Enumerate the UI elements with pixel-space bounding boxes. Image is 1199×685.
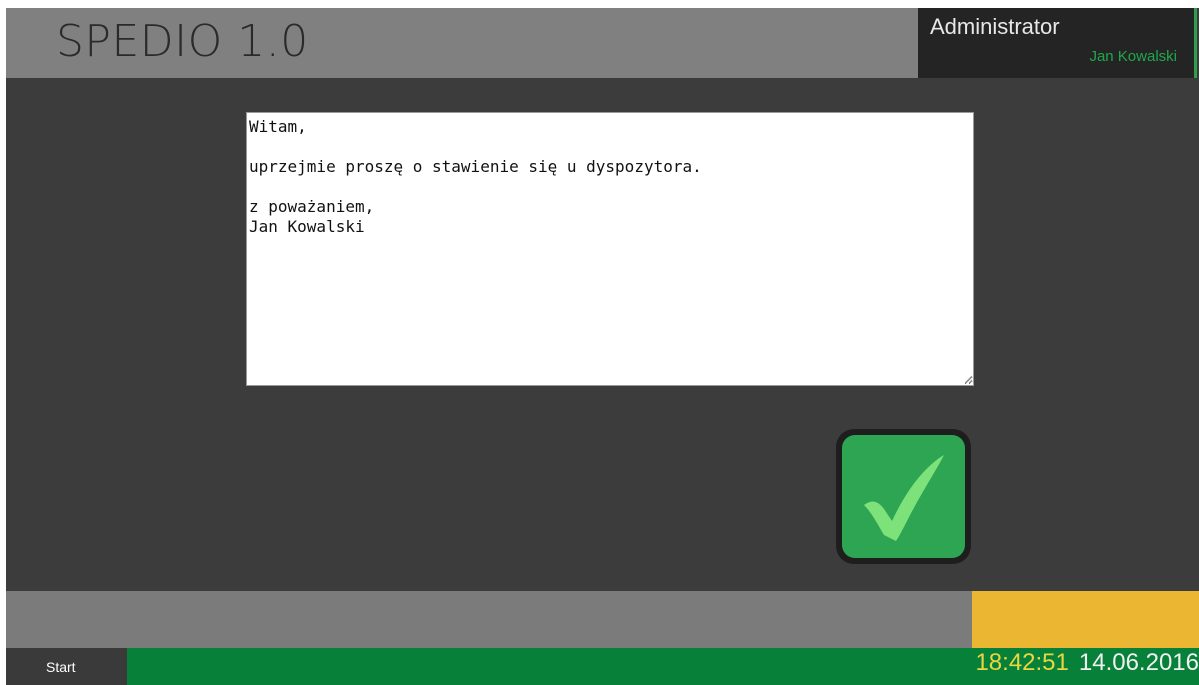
header-bar: SPEDIO 1.0 [6, 8, 918, 78]
message-textarea[interactable]: Witam, uprzejmie proszę o stawienie się … [246, 112, 974, 386]
confirm-button-face [842, 435, 965, 558]
app-window: SPEDIO 1.0 Administrator Jan Kowalski Wi… [6, 8, 1199, 685]
status-indicator [972, 591, 1199, 648]
app-title: SPEDIO 1.0 [56, 16, 309, 67]
status-strip [6, 591, 972, 648]
confirm-button[interactable] [836, 429, 971, 564]
user-role: Administrator [930, 14, 1060, 39]
user-name: Jan Kowalski [1089, 48, 1177, 65]
taskbar: Start 18:42:51 14.06.2016 [6, 648, 1199, 685]
start-button[interactable]: Start [6, 648, 127, 685]
resize-grip-icon[interactable] [963, 374, 973, 384]
user-panel: Administrator Jan Kowalski [918, 8, 1197, 78]
clock: 18:42:51 14.06.2016 [975, 649, 1199, 677]
clock-date: 14.06.2016 [1078, 649, 1199, 676]
user-accent-bar [1194, 8, 1197, 78]
clock-time: 18:42:51 [975, 649, 1069, 676]
checkmark-icon [863, 454, 944, 541]
